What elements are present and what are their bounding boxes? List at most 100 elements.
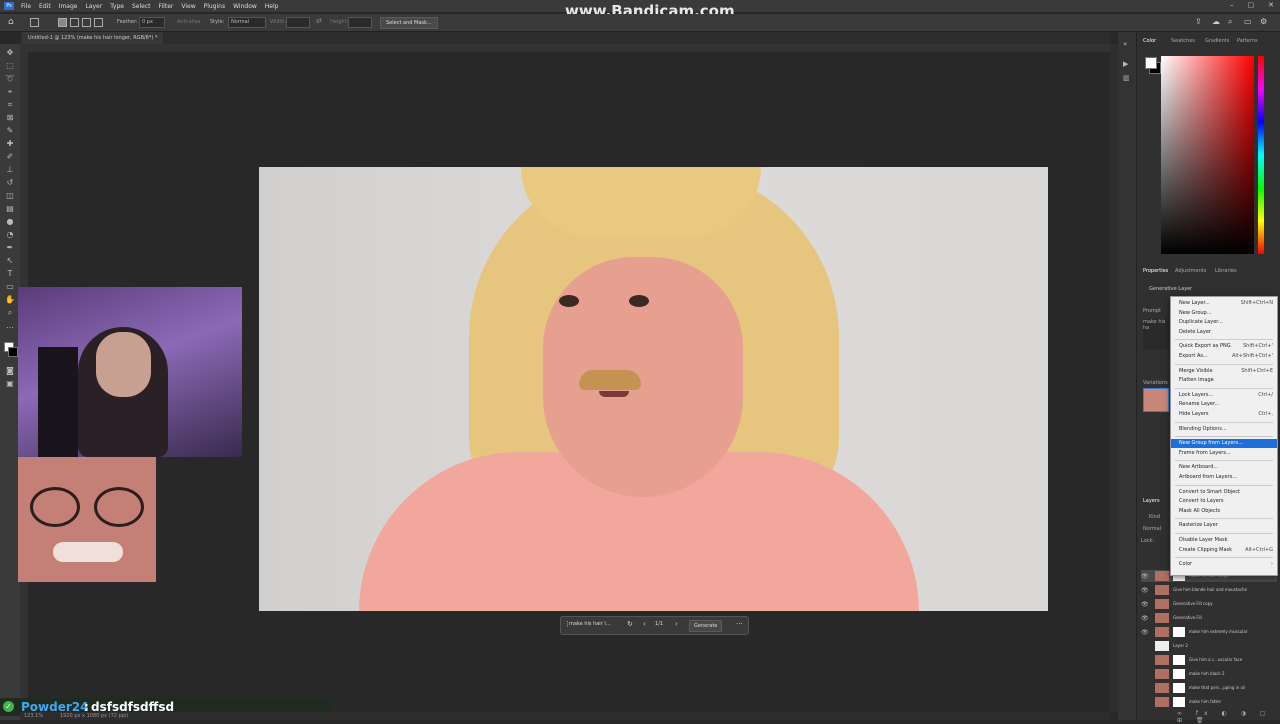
zoom-level[interactable]: 123.1%: [24, 713, 43, 719]
tab-properties[interactable]: Properties: [1143, 268, 1168, 274]
visibility-eye-icon[interactable]: 👁: [1141, 573, 1149, 580]
height-input[interactable]: [348, 17, 372, 28]
menu-filter[interactable]: Filter: [155, 3, 178, 10]
layer-row[interactable]: 👁 make him extremly muscular: [1141, 626, 1277, 638]
tab-swatches[interactable]: Swatches: [1171, 38, 1195, 44]
variation-thumbnail[interactable]: [1143, 388, 1169, 412]
context-menu-item[interactable]: Merge Visible Shift+Ctrl+E: [1171, 367, 1277, 376]
hand-tool-icon[interactable]: ✋: [5, 295, 15, 304]
context-menu-item[interactable]: Disable Layer Mask: [1171, 536, 1277, 545]
context-menu-item[interactable]: Rasterize Layer: [1171, 521, 1277, 530]
eyedropper-tool-icon[interactable]: ✎: [5, 126, 15, 135]
background-color-icon[interactable]: [8, 347, 18, 357]
healing-tool-icon[interactable]: ✚: [5, 139, 15, 148]
foreground-swatch[interactable]: [1145, 57, 1157, 69]
home-icon[interactable]: ⌂: [8, 17, 18, 27]
tab-layers[interactable]: Layers: [1143, 498, 1160, 504]
menu-file[interactable]: File: [17, 3, 35, 10]
hue-slider[interactable]: [1258, 56, 1264, 254]
type-tool-icon[interactable]: T: [5, 269, 15, 278]
menu-edit[interactable]: Edit: [35, 3, 55, 10]
menu-plugins[interactable]: Plugins: [200, 3, 230, 10]
regenerate-icon[interactable]: ↻: [627, 620, 633, 628]
quick-mask-icon[interactable]: ◙: [5, 366, 15, 375]
layer-row[interactable]: make that pers...pping in oil: [1141, 682, 1277, 694]
layer-row[interactable]: Layer 2: [1141, 640, 1277, 652]
layer-row[interactable]: 👁 Give him blonde hair and moustache: [1141, 584, 1277, 596]
close-icon[interactable]: ✕: [1268, 1, 1274, 9]
layer-row[interactable]: Give him a c...uscular face: [1141, 654, 1277, 666]
crop-tool-icon[interactable]: ⌗: [5, 100, 15, 109]
blend-mode-select[interactable]: Normal: [1143, 526, 1161, 532]
generative-prompt-field[interactable]: make his hair l...: [569, 621, 611, 627]
tab-patterns[interactable]: Patterns: [1237, 38, 1258, 44]
color-picker-field[interactable]: [1161, 56, 1254, 254]
pen-tool-icon[interactable]: ✒: [5, 243, 15, 252]
blur-tool-icon[interactable]: ●: [5, 217, 15, 226]
context-menu-item[interactable]: Hide Layers Ctrl+,: [1171, 410, 1277, 419]
share-icon[interactable]: ⇪: [1195, 17, 1202, 26]
tab-color[interactable]: Color: [1143, 38, 1156, 44]
select-and-mask-button[interactable]: Select and Mask...: [380, 17, 438, 29]
layer-row[interactable]: 👁 Generative Fill: [1141, 612, 1277, 624]
collapse-icon[interactable]: «: [1123, 40, 1127, 48]
menu-view[interactable]: View: [177, 3, 199, 10]
maximize-icon[interactable]: ▢: [1248, 1, 1255, 9]
gradient-tool-icon[interactable]: ▤: [5, 204, 15, 213]
generate-button[interactable]: Generate: [689, 620, 723, 632]
tab-libraries[interactable]: Libraries: [1215, 268, 1237, 274]
context-menu-item[interactable]: Create Clipping Mask Alt+Ctrl+G: [1171, 546, 1277, 555]
lasso-tool-icon[interactable]: ➰: [5, 74, 15, 83]
menu-select[interactable]: Select: [128, 3, 155, 10]
play-icon[interactable]: ▶: [1123, 60, 1128, 68]
feather-input[interactable]: 0 px: [139, 17, 165, 28]
visibility-eye-icon[interactable]: 👁: [1141, 629, 1149, 636]
tab-gradients[interactable]: Gradients: [1205, 38, 1229, 44]
workspace-icon[interactable]: ▭: [1244, 17, 1252, 26]
more-tools-icon[interactable]: …: [5, 321, 15, 330]
context-menu-item[interactable]: New Layer... Shift+Ctrl+N: [1171, 299, 1277, 308]
visibility-eye-icon[interactable]: 👁: [1141, 587, 1149, 594]
context-menu-item[interactable]: Lock Layers... Ctrl+/: [1171, 391, 1277, 400]
swap-icon[interactable]: ⇄: [316, 17, 322, 25]
menu-type[interactable]: Type: [106, 3, 128, 10]
context-menu-item[interactable]: Flatten Image: [1171, 376, 1277, 385]
context-menu-item[interactable]: New Artboard...: [1171, 463, 1277, 472]
layer-row[interactable]: make him black 2: [1141, 668, 1277, 680]
path-select-icon[interactable]: ↖: [5, 256, 15, 265]
document-tab[interactable]: Untitled-1 @ 123% (make his hair longer,…: [22, 32, 164, 44]
visibility-eye-icon[interactable]: 👁: [1141, 615, 1149, 622]
menu-window[interactable]: Window: [229, 3, 261, 10]
context-menu-item[interactable]: Artboard from Layers...: [1171, 473, 1277, 482]
object-select-tool-icon[interactable]: ⌖: [5, 87, 15, 96]
zoom-tool-icon[interactable]: ⌕: [5, 308, 15, 317]
context-menu-item[interactable]: Delete Layer: [1171, 328, 1277, 337]
prompt-textarea[interactable]: make his ha: [1143, 319, 1169, 349]
intersect-selection-icon[interactable]: [94, 18, 103, 27]
menu-layer[interactable]: Layer: [81, 3, 106, 10]
context-menu-item[interactable]: New Group...: [1171, 309, 1277, 318]
context-menu-item[interactable]: Frame from Layers...: [1171, 449, 1277, 458]
tab-adjustments[interactable]: Adjustments: [1175, 268, 1206, 274]
context-menu-item[interactable]: Export As... Alt+Shift+Ctrl+': [1171, 352, 1277, 361]
layers-footer-icons[interactable]: ∞ fx ◐ ◑ ▢ ⊞ 🗑: [1177, 710, 1280, 724]
history-brush-icon[interactable]: ↺: [5, 178, 15, 187]
next-variation-icon[interactable]: ›: [675, 620, 678, 628]
layer-row[interactable]: 👁 Generative Fill copy: [1141, 598, 1277, 610]
move-tool-icon[interactable]: ✥: [5, 48, 15, 57]
context-menu-item[interactable]: Mask All Objects: [1171, 507, 1277, 516]
antialias-checkbox[interactable]: Anti-alias: [177, 19, 200, 25]
kind-filter[interactable]: Kind: [1149, 514, 1160, 520]
menu-help[interactable]: Help: [261, 3, 283, 10]
context-menu-item[interactable]: Convert to Layers: [1171, 497, 1277, 506]
width-input[interactable]: [286, 17, 310, 28]
add-selection-icon[interactable]: [70, 18, 79, 27]
minimize-icon[interactable]: –: [1230, 1, 1234, 9]
menu-image[interactable]: Image: [55, 3, 82, 10]
stamp-tool-icon[interactable]: ⊥: [5, 165, 15, 174]
context-menu-item[interactable]: New Group from Layers...: [1171, 439, 1277, 449]
search-icon[interactable]: ⌕: [1228, 17, 1232, 27]
brush-tool-icon[interactable]: ✐: [5, 152, 15, 161]
context-menu-item[interactable]: Convert to Smart Object: [1171, 488, 1277, 497]
vertical-scrollbar[interactable]: [1110, 44, 1118, 712]
